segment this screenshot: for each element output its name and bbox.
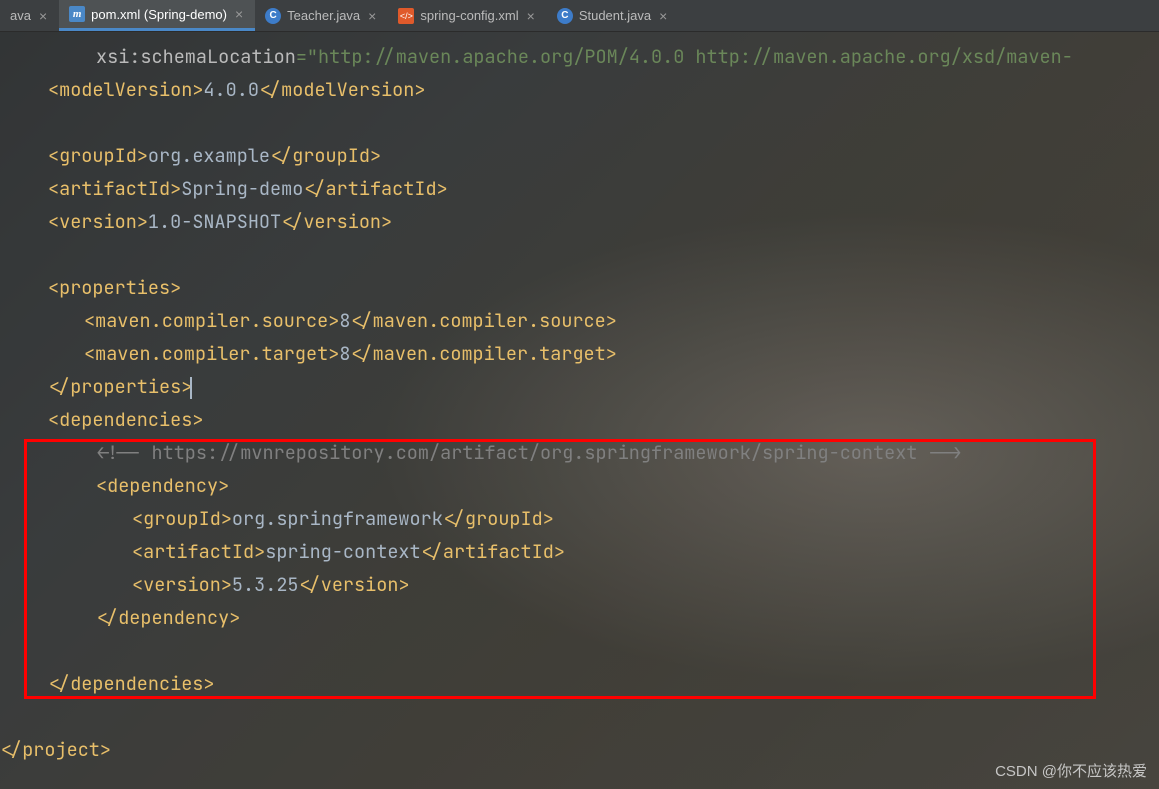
class-icon: C [265,8,281,24]
text-cursor [190,377,192,399]
code-line: </properties> [0,370,1159,403]
close-icon[interactable]: × [37,8,49,24]
code-line: <artifactId>spring-context</artifactId> [0,535,1159,568]
tab-partial[interactable]: ava × [0,0,59,31]
code-line [0,238,1159,271]
tab-label: Student.java [579,8,651,23]
code-line: </project> [0,733,1159,766]
code-line: </dependency> [0,601,1159,634]
tab-label: Teacher.java [287,8,360,23]
watermark: CSDN @你不应该热爱 [995,760,1147,781]
code-line: <!-- https://mvnrepository.com/artifact/… [0,436,1159,469]
code-line: <properties> [0,271,1159,304]
code-line: <maven.compiler.target>8</maven.compiler… [0,337,1159,370]
tab-student-java[interactable]: C Student.java × [547,0,679,31]
close-icon[interactable]: × [233,6,245,22]
tab-pom-xml[interactable]: m pom.xml (Spring-demo) × [59,0,255,31]
code-line: <artifactId>Spring-demo</artifactId> [0,172,1159,205]
tab-label: spring-config.xml [420,8,518,23]
code-editor[interactable]: xsi:schemaLocation="http://maven.apache.… [0,32,1159,766]
maven-icon: m [69,6,85,22]
xml-icon: </> [398,8,414,24]
class-icon: C [557,8,573,24]
code-line [0,106,1159,139]
code-line: xsi:schemaLocation="http://maven.apache.… [0,40,1159,73]
code-line: <groupId>org.example</groupId> [0,139,1159,172]
code-line: <maven.compiler.source>8</maven.compiler… [0,304,1159,337]
code-line [0,634,1159,667]
code-line: <dependency> [0,469,1159,502]
code-line: <dependencies> [0,403,1159,436]
tab-spring-config[interactable]: </> spring-config.xml × [388,0,546,31]
code-line: <version>5.3.25</version> [0,568,1159,601]
close-icon[interactable]: × [525,8,537,24]
editor-tabs: ava × m pom.xml (Spring-demo) × C Teache… [0,0,1159,32]
close-icon[interactable]: × [657,8,669,24]
code-line: <modelVersion>4.0.0</modelVersion> [0,73,1159,106]
code-line: <version>1.0-SNAPSHOT</version> [0,205,1159,238]
tab-teacher-java[interactable]: C Teacher.java × [255,0,388,31]
code-line: <groupId>org.springframework</groupId> [0,502,1159,535]
tab-label: ava [10,8,31,23]
code-line: </dependencies> [0,667,1159,700]
close-icon[interactable]: × [366,8,378,24]
code-line [0,700,1159,733]
tab-label: pom.xml (Spring-demo) [91,7,227,22]
